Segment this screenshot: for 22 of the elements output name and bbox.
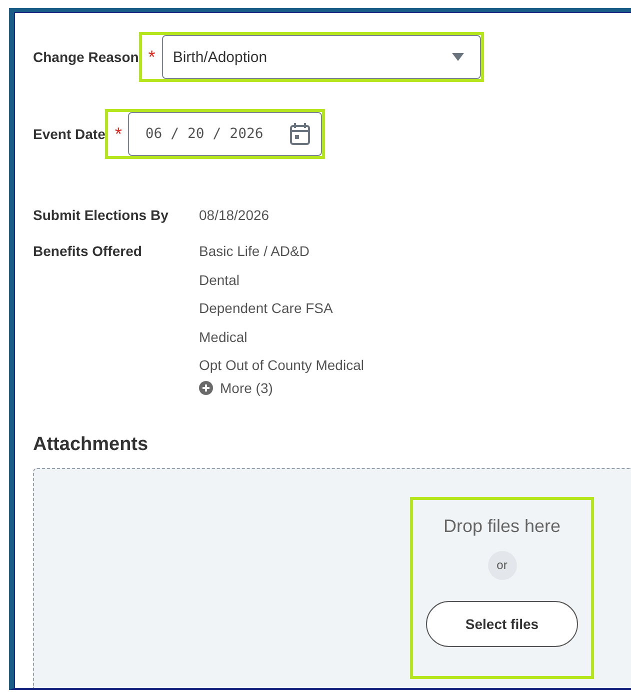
date-field[interactable]: 06 / 20 / 2026 bbox=[128, 112, 322, 156]
field-value: 08/18/2026 bbox=[199, 206, 270, 223]
caret-icon bbox=[452, 53, 464, 61]
field-label: Change Reason bbox=[33, 49, 139, 65]
calendar-icon[interactable] bbox=[289, 122, 312, 146]
plus-circle-icon bbox=[199, 380, 213, 394]
section-title: Attachments bbox=[33, 434, 150, 456]
required-mark: * bbox=[147, 46, 156, 68]
field-label: Event Date bbox=[33, 126, 106, 142]
drop-hint: Drop files here bbox=[443, 516, 561, 536]
reason-dropdown[interactable]: Birth/Adoption bbox=[162, 35, 481, 79]
required-mark: * bbox=[114, 124, 123, 144]
field-label: Submit Elections By bbox=[33, 206, 170, 223]
field-label: Benefits Offered bbox=[33, 242, 143, 261]
more-link[interactable]: More (3) bbox=[199, 380, 631, 396]
benefit-item: Dependent Care FSA bbox=[199, 299, 334, 318]
drop-zone[interactable]: Drop files here or Select files bbox=[33, 468, 631, 688]
benefit-item: Medical bbox=[199, 328, 248, 346]
benefit-item: Basic Life / AD&D bbox=[199, 242, 310, 261]
benefit-item: Dental bbox=[199, 270, 240, 290]
benefit-item: Opt Out of County Medical bbox=[199, 356, 365, 375]
select-files-button[interactable]: Select files bbox=[426, 600, 578, 646]
